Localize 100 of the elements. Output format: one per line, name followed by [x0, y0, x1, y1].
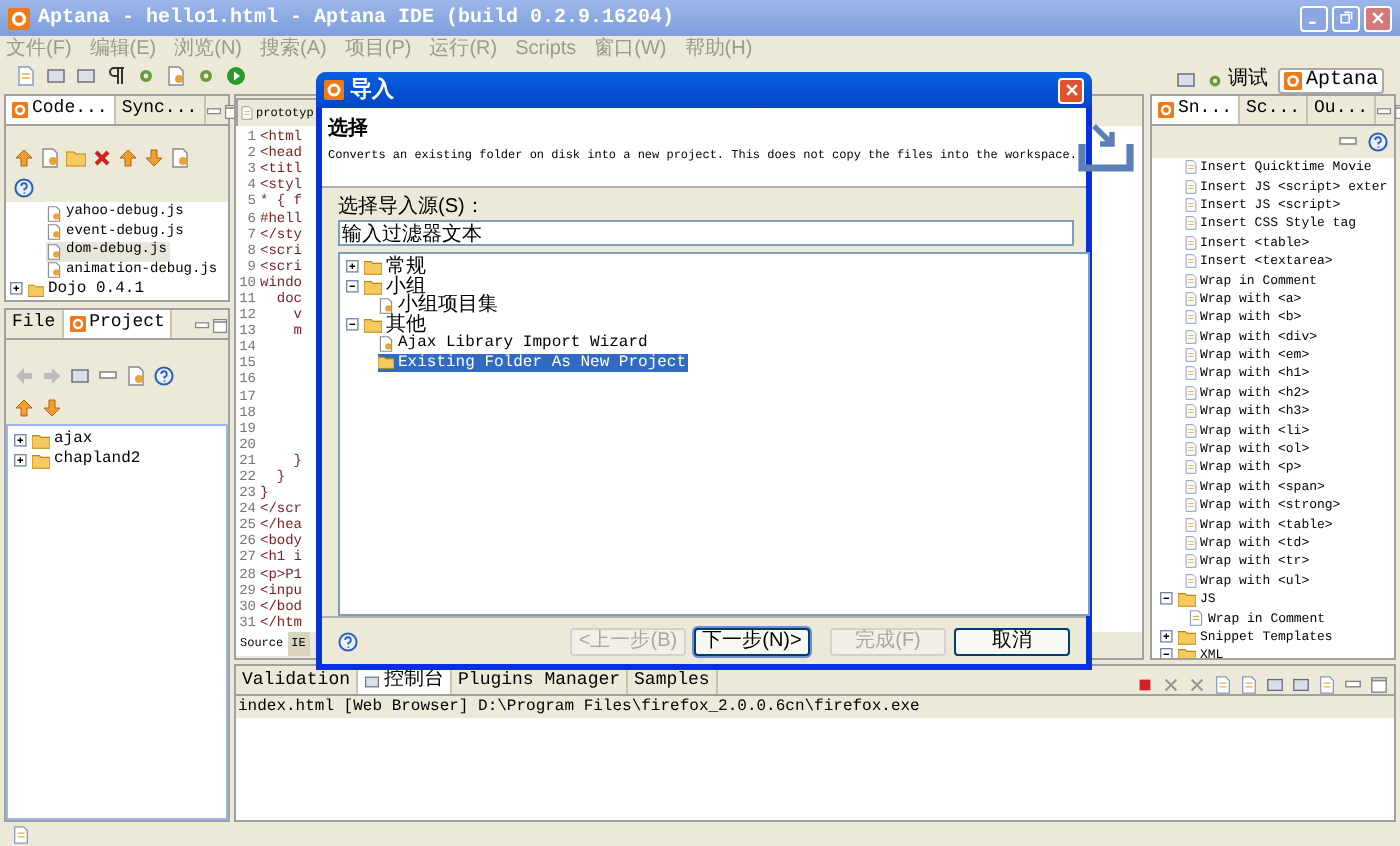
source-label: 选择导入源(S)：	[338, 196, 487, 220]
aptana-logo-icon	[324, 80, 344, 100]
back-icon[interactable]	[14, 366, 34, 386]
panel-tab[interactable]: Code...	[6, 96, 116, 124]
snippet-icon	[1184, 498, 1198, 513]
dialog-heading: 选择	[328, 115, 370, 144]
down-icon[interactable]	[144, 148, 164, 168]
perspective-button[interactable]: Aptana	[1277, 67, 1384, 93]
snippet-icon	[1184, 536, 1198, 550]
folder-icon	[28, 281, 44, 298]
console-output: index.html [Web Browser] D:\Program Files\firefox_2.0.0.6cn\firefox.exe	[236, 696, 1394, 718]
snippet-icon	[1184, 216, 1198, 231]
restore-button[interactable]	[1332, 5, 1360, 31]
snippet-icon	[1184, 385, 1198, 400]
down-icon[interactable]	[42, 398, 62, 418]
forward-icon[interactable]	[42, 366, 62, 386]
delete-icon[interactable]	[92, 148, 112, 168]
pilcrow-icon[interactable]	[106, 66, 126, 86]
folder-tree-item[interactable]: Dojo 0.4.1	[10, 280, 228, 299]
snippet-icon	[1184, 179, 1198, 194]
aptana-logo-icon	[69, 316, 86, 332]
monitor-icon	[364, 673, 381, 689]
dialog-button[interactable]: 取消	[954, 627, 1070, 655]
snippet-icon	[1184, 235, 1198, 250]
panel-tab[interactable]: Validation	[236, 668, 359, 694]
minimize-icon[interactable]	[1376, 104, 1393, 120]
fast-view-icon[interactable]	[12, 825, 30, 843]
minimize-icon[interactable]	[194, 318, 210, 334]
collapse-icon	[1160, 592, 1174, 607]
perspective-button[interactable]: 调试	[1201, 67, 1272, 93]
close-icon	[1370, 10, 1386, 26]
tree-node[interactable]: 常规	[346, 258, 426, 277]
snippet-icon	[1184, 517, 1198, 532]
up-icon[interactable]	[118, 148, 138, 168]
close-button[interactable]	[1364, 5, 1392, 31]
maximize-icon[interactable]	[1370, 676, 1388, 694]
snippet-icon	[1184, 554, 1198, 569]
dialog-title: 导入	[350, 75, 394, 106]
close-icon	[1063, 82, 1079, 98]
remove-icon[interactable]	[1162, 676, 1180, 694]
panel-tab[interactable]: Sc...	[1240, 96, 1309, 124]
panel-tab[interactable]: Samples	[628, 668, 718, 694]
aptana-logo-icon	[12, 102, 28, 118]
snippet-icon	[1184, 404, 1198, 419]
panel-tab[interactable]: Ou...	[1308, 96, 1377, 124]
remove-all-icon[interactable]	[1188, 676, 1206, 694]
tree-item[interactable]: Ajax Library Import Wizard	[378, 334, 650, 353]
snippet-icon	[1188, 610, 1204, 627]
wizard-icon[interactable]	[166, 66, 186, 86]
filter-field[interactable]: 输入过滤器文本	[338, 220, 1074, 246]
snippet-icon	[1184, 197, 1198, 212]
help-icon[interactable]	[338, 631, 358, 651]
dialog-button[interactable]: 下一步(N)>	[694, 627, 810, 655]
collapse-icon	[346, 279, 360, 294]
window-title: Aptana - hello1.html - Aptana IDE (build 0.2.9.16204)	[38, 5, 675, 33]
snippet-icon	[1184, 460, 1198, 475]
snippet-icon	[1184, 291, 1198, 306]
expand-icon	[1160, 629, 1174, 644]
open-perspective-icon[interactable]	[1175, 70, 1196, 90]
panel-tab[interactable]: Sn...	[1152, 96, 1241, 124]
collapse-icon	[346, 317, 360, 332]
expand-icon	[14, 453, 28, 467]
close-button[interactable]	[1058, 77, 1084, 103]
help-icon[interactable]	[1368, 132, 1388, 152]
maximize-icon[interactable]	[212, 318, 228, 334]
tree-node[interactable]: 小组	[346, 277, 426, 296]
restore-icon	[1338, 10, 1354, 26]
aptana-logo-icon	[1283, 71, 1302, 89]
minimize-icon[interactable]	[205, 104, 222, 120]
project-tree-item[interactable]: chapland2	[14, 450, 141, 470]
new-file-icon[interactable]	[16, 66, 36, 86]
minimize-icon[interactable]	[1344, 676, 1362, 694]
wizard-icon	[378, 335, 394, 352]
help-icon[interactable]	[14, 178, 34, 198]
snippet-icon	[1184, 442, 1198, 457]
html-file-icon	[240, 106, 254, 120]
stop-icon[interactable]	[1136, 676, 1154, 694]
snippet-icon	[1184, 348, 1198, 363]
wizard-icon	[378, 297, 394, 314]
aptana-logo-icon	[8, 7, 30, 29]
tree-item[interactable]: 小组项目集	[378, 296, 500, 315]
help-icon[interactable]	[154, 366, 174, 386]
snippet-icon	[1184, 310, 1198, 325]
folder-icon[interactable]	[66, 148, 86, 168]
up-icon[interactable]	[14, 398, 34, 418]
tree-node[interactable]: 其他	[346, 315, 426, 334]
project-tree-item[interactable]: ajax	[14, 430, 93, 450]
snippet-icon	[1184, 254, 1198, 269]
run-icon[interactable]	[226, 66, 246, 86]
tree-item[interactable]: Existing Folder As New Project	[378, 353, 689, 372]
expand-icon	[14, 433, 28, 447]
snippet-icon	[1184, 273, 1198, 288]
new-console-icon[interactable]	[1318, 676, 1336, 694]
wizard-icon[interactable]	[40, 148, 60, 168]
expand-icon	[346, 260, 360, 275]
snippet-icon	[1184, 573, 1198, 588]
minimize-button[interactable]	[1300, 5, 1328, 31]
folder-icon	[378, 354, 394, 371]
snippet-icon	[1184, 423, 1198, 438]
panel-tab[interactable]: Project	[63, 310, 173, 338]
